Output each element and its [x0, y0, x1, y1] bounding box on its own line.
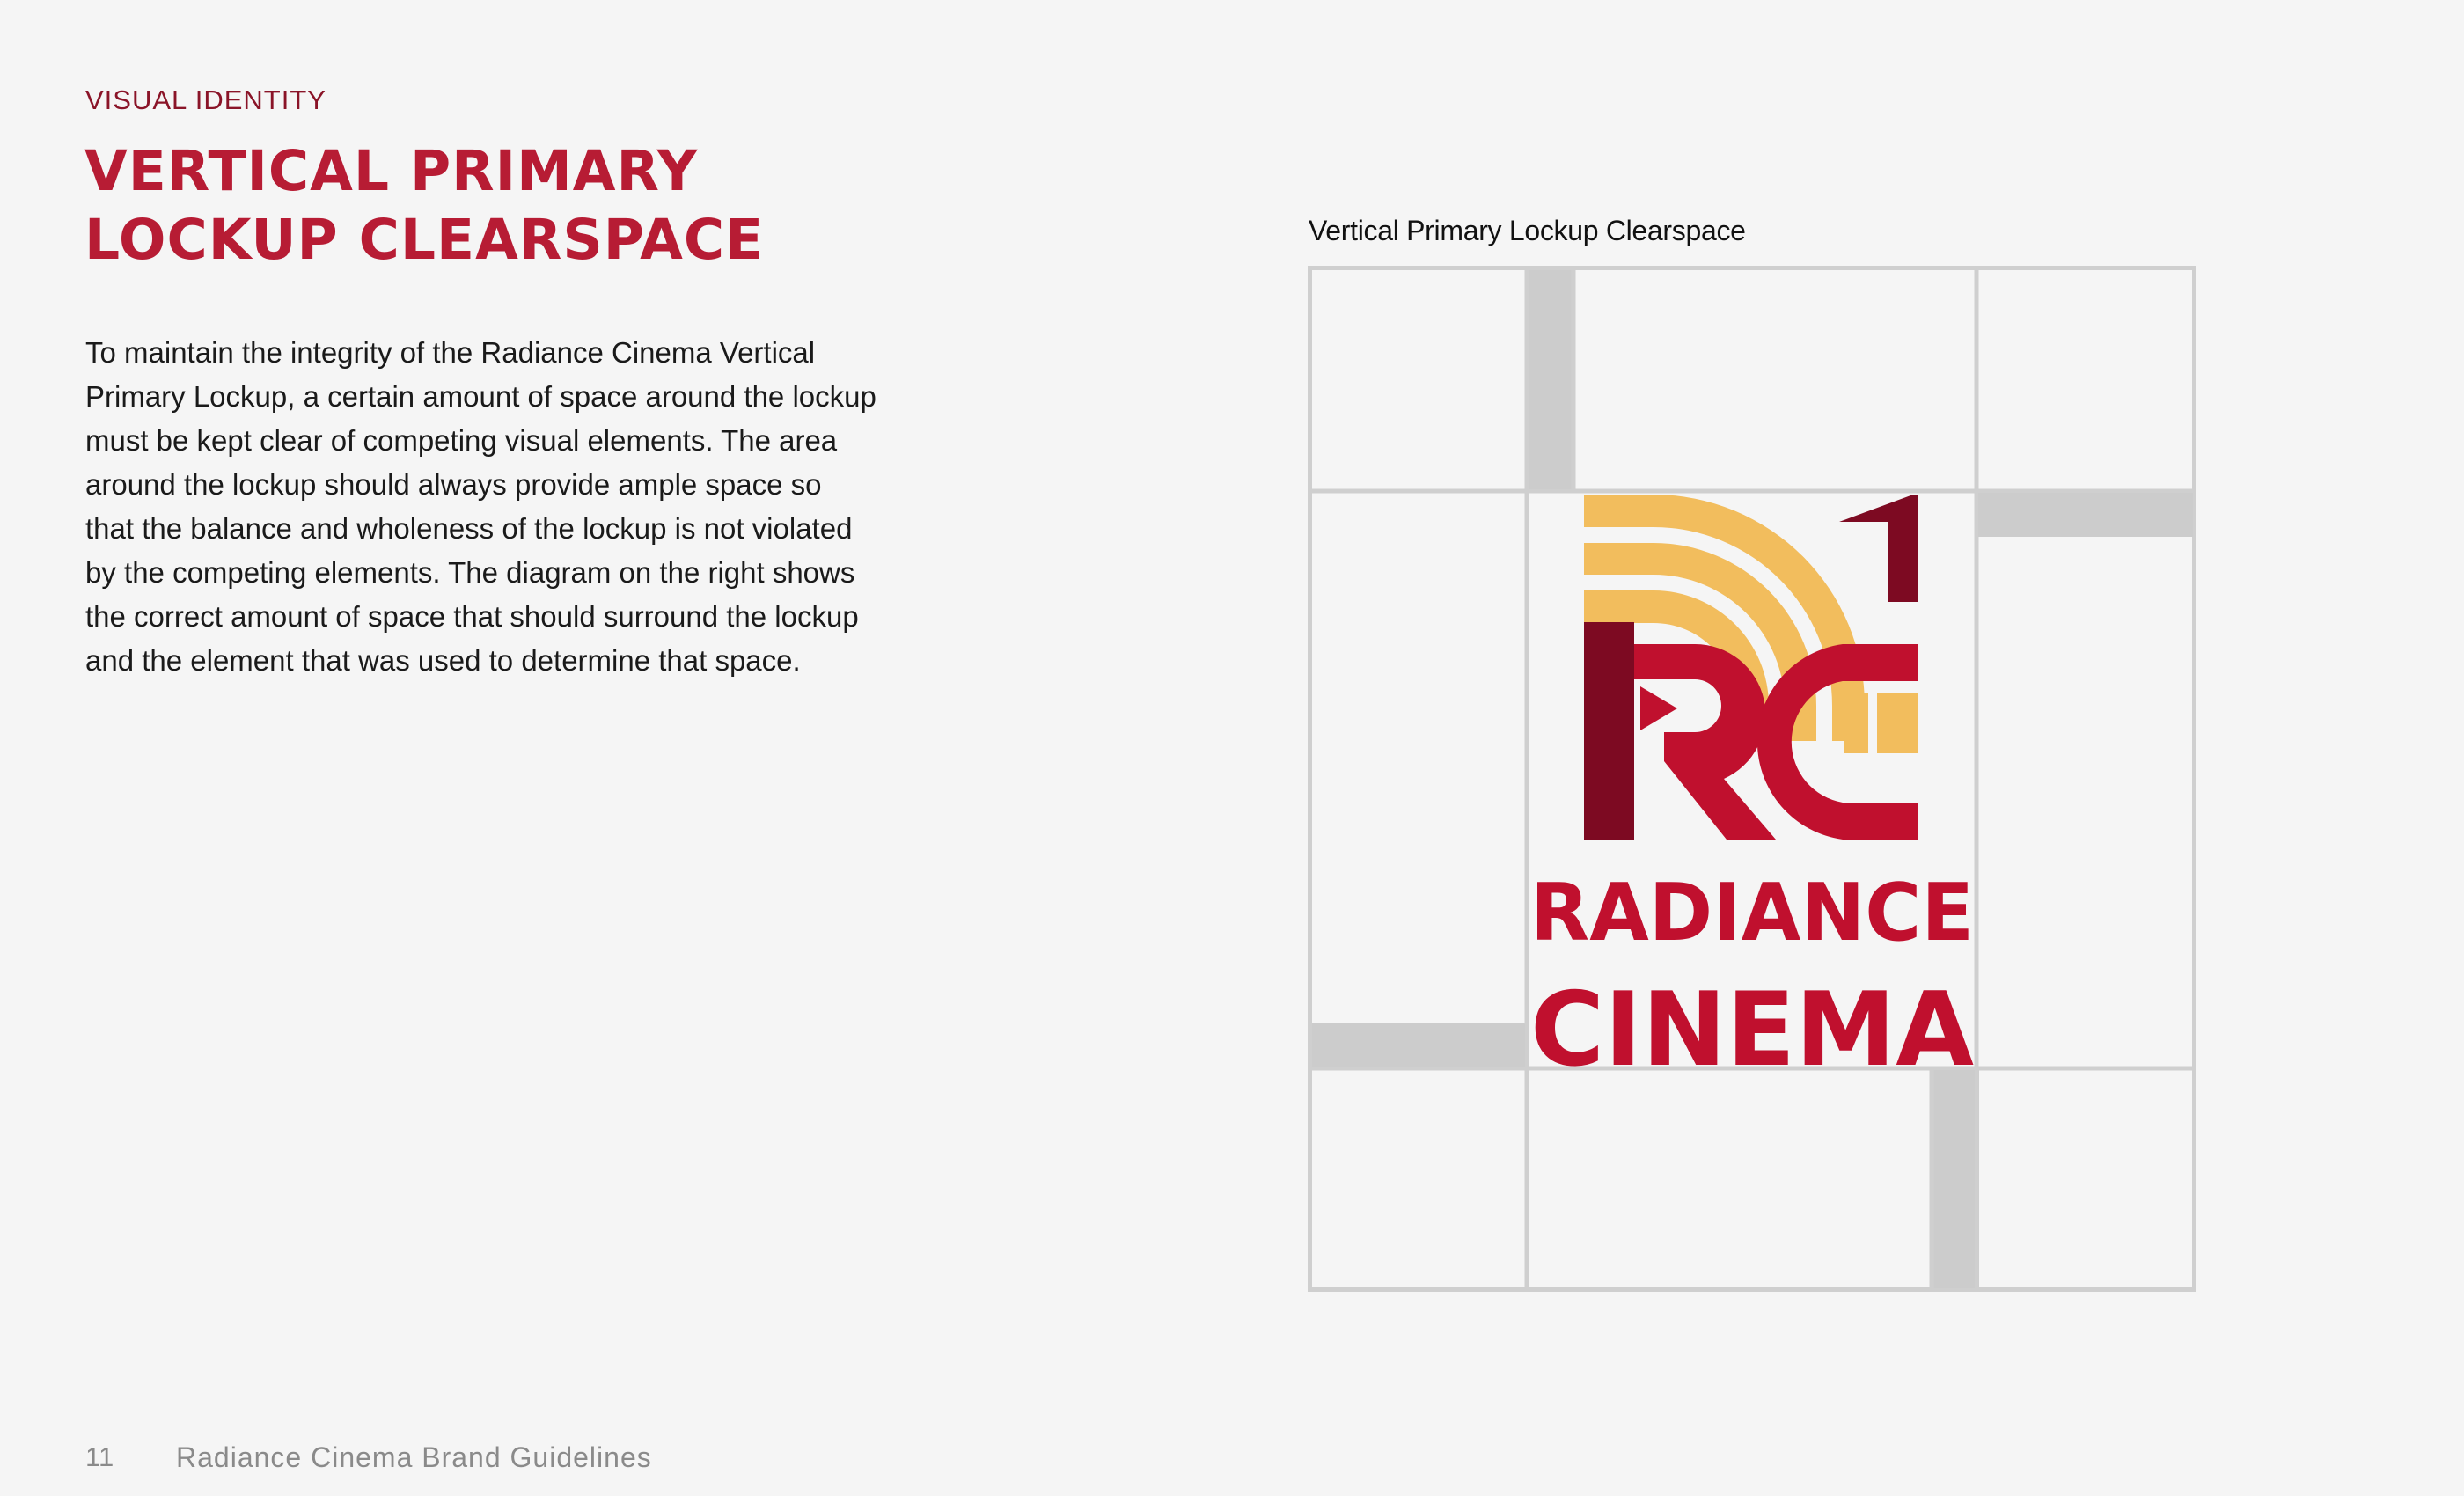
radiance-cinema-logo: RADIANCE CINEMA: [1530, 495, 1974, 1089]
body-paragraph: To maintain the integrity of the Radianc…: [85, 336, 876, 677]
grid-lines: [1308, 266, 2196, 1292]
diagram-caption: Vertical Primary Lockup Clearspace: [1309, 215, 1746, 246]
logo-wordmark-line1: RADIANCE: [1530, 867, 1974, 959]
logo-wordmark-line2: CINEMA: [1530, 971, 1974, 1089]
page-title: VERTICAL PRIMARY LOCKUP CLEARSPACE: [84, 139, 765, 272]
page-number: 11: [85, 1441, 114, 1472]
clearspace-grid-svg: RADIANCE CINEMA: [1308, 266, 2196, 1292]
logo-corner-mark: [1839, 495, 1918, 602]
section-label: VISUAL IDENTITY: [85, 84, 326, 115]
clearspace-diagram: RADIANCE CINEMA: [1308, 266, 2196, 1292]
footer-document-title: Radiance Cinema Brand Guidelines: [176, 1441, 652, 1473]
